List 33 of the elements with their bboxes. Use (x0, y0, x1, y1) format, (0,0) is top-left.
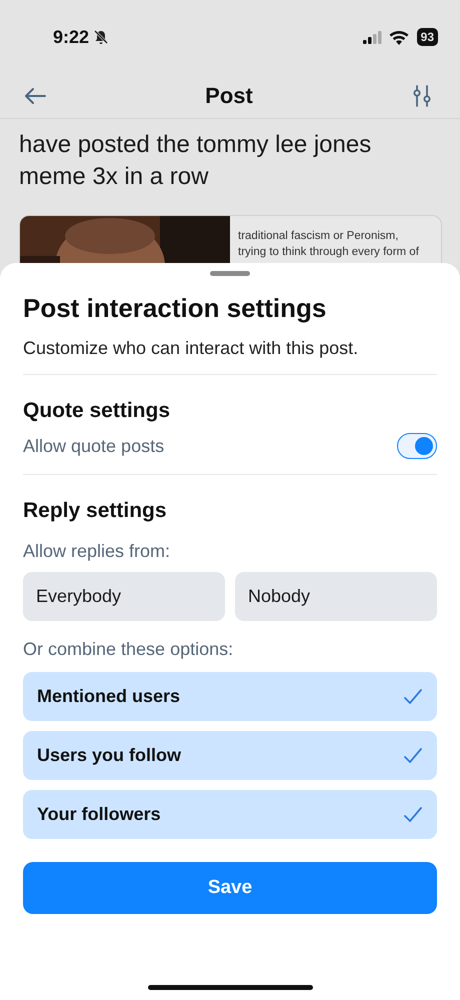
sheet-title: Post interaction settings (23, 293, 328, 324)
sliders-icon[interactable] (412, 85, 432, 107)
choice-button[interactable]: Nobody (235, 572, 437, 621)
field-label: Allow replies from: (23, 541, 172, 562)
muted-bell-icon (93, 29, 110, 45)
status-time: 9:22 (53, 26, 90, 48)
wifi-icon (388, 30, 409, 44)
toggle-switch[interactable] (397, 433, 437, 459)
battery-level: 93 (416, 28, 438, 46)
section-heading: Reply settings (23, 499, 168, 523)
quote-excerpt: trying to think through every form of (238, 245, 419, 260)
option-label: Mentioned users (37, 686, 180, 707)
option-row[interactable]: Users you follow (23, 731, 437, 780)
sheet-subtitle: Customize who can interact with this post. (23, 338, 360, 359)
post-text: meme 3x in a row (19, 162, 210, 192)
save-button[interactable]: Save (23, 862, 437, 914)
quote-excerpt: traditional fascism or Peronism, (238, 229, 400, 244)
field-label: Or combine these options: (23, 639, 234, 660)
option-label: Your followers (37, 804, 161, 825)
option-row[interactable]: Your followers (23, 790, 437, 839)
section-heading: Quote settings (23, 399, 172, 423)
checkmark-icon (404, 806, 422, 822)
checkmark-icon (404, 688, 422, 704)
option-row[interactable]: Mentioned users (23, 672, 437, 721)
post-text: have posted the tommy lee jones (19, 130, 372, 160)
option-label: Users you follow (37, 745, 182, 766)
back-arrow-icon[interactable] (24, 87, 46, 105)
signal-icon (362, 30, 383, 44)
toggle-label: Allow quote posts (23, 436, 164, 456)
page-title: Post (205, 83, 253, 109)
checkmark-icon (404, 748, 422, 764)
choice-button[interactable]: Everybody (23, 572, 225, 621)
drag-handle[interactable] (210, 271, 250, 276)
